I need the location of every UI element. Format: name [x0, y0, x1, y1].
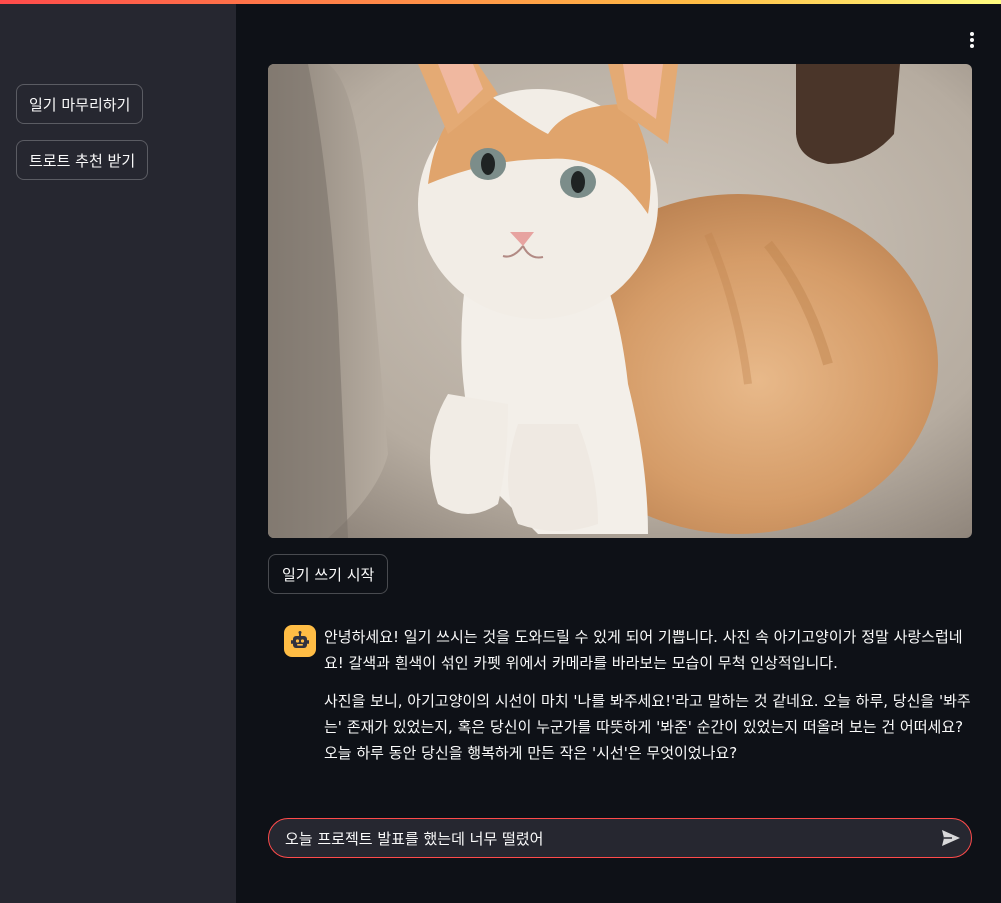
sidebar: 일기 마무리하기 트로트 추천 받기 — [0, 4, 236, 903]
assistant-message: 안녕하세요! 일기 쓰시는 것을 도와드릴 수 있게 되어 기쁩니다. 사진 속… — [324, 624, 976, 778]
send-icon[interactable] — [931, 819, 971, 857]
start-diary-button[interactable]: 일기 쓰기 시작 — [268, 554, 389, 594]
assistant-message-paragraph: 사진을 보니, 아기고양이의 시선이 마치 '나를 봐주세요!'라고 말하는 것… — [324, 692, 971, 762]
finish-diary-button[interactable]: 일기 마무리하기 — [16, 84, 144, 124]
robot-face-icon — [284, 625, 316, 657]
assistant-message-paragraph: 안녕하세요! 일기 쓰시는 것을 도와드릴 수 있게 되어 기쁩니다. 사진 속… — [324, 628, 963, 672]
main-content: 일기 쓰기 시작 안녕하세요! 일기 쓰시는 것을 도와드릴 수 있게 되어 기… — [236, 4, 1001, 903]
chat-input[interactable] — [269, 829, 931, 847]
kebab-menu-icon[interactable] — [960, 28, 984, 52]
chat-input-container — [268, 818, 972, 858]
kitten-image — [268, 64, 972, 538]
trot-recommend-button[interactable]: 트로트 추천 받기 — [16, 140, 149, 180]
kitten-photo — [268, 64, 972, 538]
